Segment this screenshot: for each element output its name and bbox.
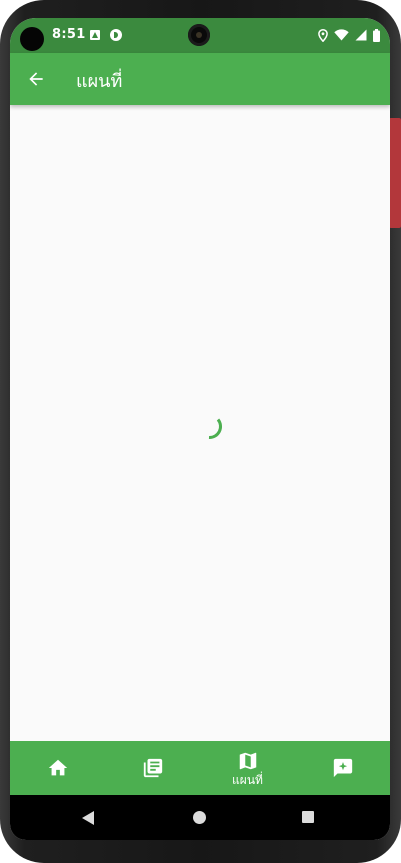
loading-spinner-icon (208, 418, 223, 439)
device-frame: 8:51 แผนที่ แผนที่ (0, 0, 401, 863)
arrow-back-icon (29, 72, 43, 86)
nav-item-news[interactable] (105, 741, 200, 795)
front-camera-icon (20, 27, 44, 51)
signal-icon (355, 29, 367, 41)
device-side-button (389, 118, 401, 228)
status-icons (318, 27, 380, 43)
page-title: แผนที่ (76, 71, 123, 92)
screen: 8:51 แผนที่ แผนที่ (10, 18, 390, 840)
system-back-icon[interactable] (82, 811, 94, 825)
system-navigation-bar (10, 795, 390, 840)
center-camera-icon (188, 24, 210, 46)
nav-item-home[interactable] (10, 741, 105, 795)
notification-p-icon (110, 29, 122, 41)
battery-icon (373, 28, 380, 42)
feedback-icon (333, 758, 352, 778)
system-home-icon[interactable] (193, 811, 206, 824)
notification-a-icon (90, 30, 100, 40)
map-content-area (10, 105, 390, 741)
nav-item-feedback[interactable] (295, 741, 390, 795)
home-icon (48, 759, 67, 776)
status-time: 8:51 (52, 27, 86, 42)
status-bar: 8:51 (10, 18, 390, 53)
system-recents-icon[interactable] (302, 811, 314, 823)
app-bar: แผนที่ (10, 53, 390, 105)
nav-item-map[interactable]: แผนที่ (200, 741, 295, 795)
bottom-navigation: แผนที่ (10, 741, 390, 795)
back-button[interactable] (22, 65, 50, 93)
nav-item-map-label: แผนที่ (232, 772, 263, 787)
location-icon (318, 28, 328, 42)
map-icon (239, 752, 256, 769)
library-books-icon (143, 758, 162, 778)
wifi-icon (334, 29, 349, 41)
